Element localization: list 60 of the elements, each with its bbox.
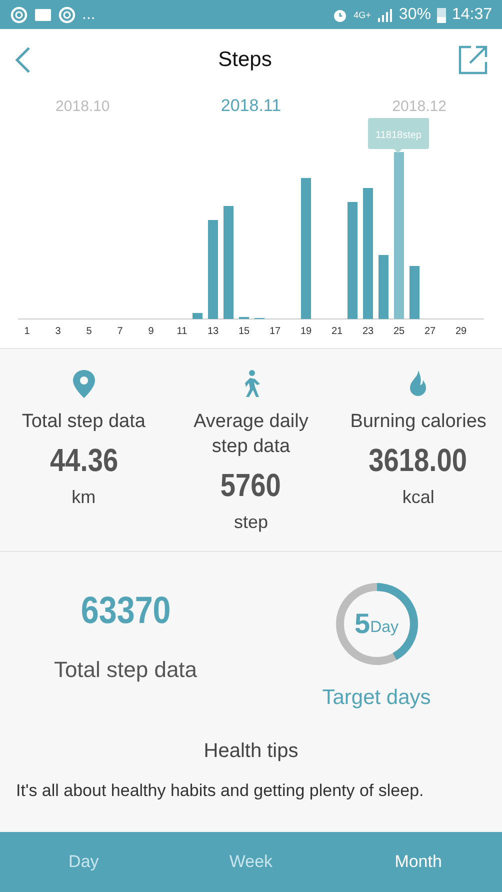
date-tab[interactable]: 2018.11	[220, 96, 282, 116]
stat-value: 5760	[220, 467, 282, 504]
share-button[interactable]	[458, 44, 488, 74]
stat-label: Total step data	[22, 410, 146, 434]
day-label: 27	[424, 326, 436, 337]
step-bar[interactable]	[378, 255, 388, 319]
period-tab[interactable]: Week	[167, 832, 335, 892]
day-label: 9	[148, 326, 154, 337]
day-label: 13	[207, 326, 219, 337]
stat-value: 44.36	[50, 442, 118, 479]
stat-unit: kcal	[402, 487, 434, 508]
network-type: 4G+	[354, 10, 371, 20]
step-bar[interactable]	[394, 152, 404, 319]
step-bar[interactable]	[363, 188, 373, 319]
step-bar[interactable]	[224, 206, 234, 319]
total-steps-value: 63370	[80, 590, 170, 633]
ring-app-icon	[10, 6, 28, 24]
day-label: 11	[176, 326, 188, 337]
period-tab[interactable]: Month	[334, 832, 502, 892]
mail-app-icon	[34, 8, 52, 22]
day-label: 29	[455, 326, 467, 337]
stat-value: 3618.00	[369, 442, 468, 479]
target-days-count: 5	[354, 608, 370, 640]
day-label: 17	[269, 326, 281, 337]
step-bar[interactable]	[410, 266, 420, 319]
day-label: 1	[24, 326, 30, 337]
date-tab[interactable]: 2018.10	[56, 96, 110, 116]
signal-icon	[376, 8, 393, 22]
day-label: 5	[86, 326, 92, 337]
day-label: 23	[362, 326, 374, 337]
date-tab[interactable]: 2018.12	[392, 96, 446, 116]
day-label: 15	[238, 326, 250, 337]
clock-time: 14:37	[452, 6, 492, 24]
more-notifications: ...	[82, 6, 96, 24]
screen-title: Steps	[218, 48, 272, 72]
step-bar[interactable]	[348, 202, 358, 319]
day-unit: Day	[370, 619, 399, 637]
day-label: 25	[393, 326, 405, 337]
period-tab[interactable]: Day	[0, 832, 168, 892]
battery-percent: 30%	[398, 6, 431, 24]
step-bar[interactable]	[301, 178, 311, 319]
day-label: 21	[331, 326, 343, 337]
battery-icon	[436, 6, 446, 22]
health-tip-text: It's all about healthy habits and getting plenty of sleep.	[15, 781, 424, 801]
total-steps-label: Total step data	[54, 657, 198, 683]
stat-label: Burning calories	[350, 410, 486, 434]
location-pin-icon	[72, 369, 96, 399]
stat-unit: km	[72, 487, 96, 508]
step-bar[interactable]	[192, 313, 202, 319]
step-tooltip: 11818step	[368, 118, 429, 153]
stat-label: Average daily step data	[192, 410, 310, 459]
back-button[interactable]	[14, 46, 32, 74]
day-label: 7	[117, 326, 123, 337]
target-days-label: Target days	[322, 686, 431, 710]
day-label: 19	[300, 326, 312, 337]
health-tips-title: Health tips	[204, 740, 298, 763]
ring-app-icon	[58, 6, 76, 24]
step-bar[interactable]	[208, 220, 218, 319]
stat-unit: step	[234, 512, 268, 533]
day-label: 3	[55, 326, 61, 337]
